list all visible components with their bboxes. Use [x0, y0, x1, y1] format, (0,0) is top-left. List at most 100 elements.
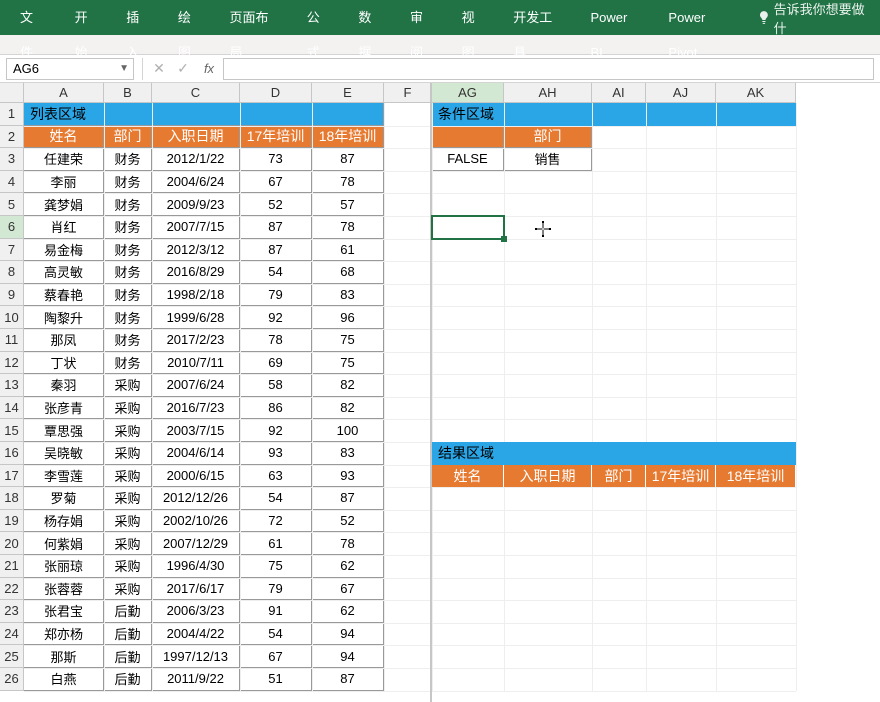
left-cell[interactable]: 87: [312, 487, 384, 510]
name-box-input[interactable]: [13, 61, 119, 76]
left-cell[interactable]: 61: [312, 239, 384, 262]
row-header-19[interactable]: 19: [0, 510, 24, 533]
left-cell[interactable]: 58: [240, 374, 312, 397]
col-header-AJ[interactable]: AJ: [646, 83, 716, 103]
left-cell[interactable]: 李雪莲: [24, 465, 104, 488]
left-cell[interactable]: 2017/2/23: [152, 329, 240, 352]
left-cell[interactable]: 54: [240, 623, 312, 646]
left-cell[interactable]: 68: [312, 261, 384, 284]
left-cell[interactable]: 62: [312, 555, 384, 578]
col-header-AG[interactable]: AG: [432, 83, 504, 103]
left-cell[interactable]: 1996/4/30: [152, 555, 240, 578]
left-cell[interactable]: 61: [240, 532, 312, 555]
left-cell[interactable]: 何紫娟: [24, 532, 104, 555]
left-cell[interactable]: 54: [240, 261, 312, 284]
left-cell[interactable]: 覃思强: [24, 419, 104, 442]
tab-developer[interactable]: 开发工具: [500, 0, 577, 35]
left-cell[interactable]: 72: [240, 510, 312, 533]
left-cell[interactable]: 92: [240, 419, 312, 442]
left-cell[interactable]: 92: [240, 306, 312, 329]
tab-pagelayout[interactable]: 页面布局: [217, 0, 294, 35]
row-header-17[interactable]: 17: [0, 465, 24, 488]
row-header-21[interactable]: 21: [0, 555, 24, 578]
left-cell[interactable]: 93: [312, 465, 384, 488]
left-cell[interactable]: 75: [312, 352, 384, 375]
row-header-22[interactable]: 22: [0, 578, 24, 601]
left-cell[interactable]: 采购: [104, 510, 152, 533]
left-cell[interactable]: 96: [312, 306, 384, 329]
left-cell[interactable]: 2000/6/15: [152, 465, 240, 488]
left-cell[interactable]: 1997/12/13: [152, 645, 240, 668]
left-cell[interactable]: 蔡春艳: [24, 284, 104, 307]
left-cell[interactable]: 2012/3/12: [152, 239, 240, 262]
left-cell[interactable]: 采购: [104, 442, 152, 465]
left-cell[interactable]: 2016/8/29: [152, 261, 240, 284]
left-cell[interactable]: 任建荣: [24, 148, 104, 171]
tell-me[interactable]: 告诉我你想要做什: [758, 0, 876, 37]
col-header-AK[interactable]: AK: [716, 83, 796, 103]
left-cell[interactable]: 财务: [104, 261, 152, 284]
row-header-12[interactable]: 12: [0, 352, 24, 375]
left-cell[interactable]: 78: [240, 329, 312, 352]
tab-formulas[interactable]: 公式: [294, 0, 346, 35]
left-cell[interactable]: 2002/10/26: [152, 510, 240, 533]
left-cell[interactable]: 2006/3/23: [152, 600, 240, 623]
left-cell[interactable]: 采购: [104, 397, 152, 420]
left-cell[interactable]: 财务: [104, 329, 152, 352]
left-cell[interactable]: 财务: [104, 171, 152, 194]
left-cell[interactable]: 2007/6/24: [152, 374, 240, 397]
left-cell[interactable]: 83: [312, 442, 384, 465]
left-cell[interactable]: 93: [240, 442, 312, 465]
left-cell[interactable]: 2012/1/22: [152, 148, 240, 171]
row-header-1[interactable]: 1: [0, 103, 24, 126]
cancel-icon[interactable]: ✕: [147, 60, 171, 77]
left-cell[interactable]: 54: [240, 487, 312, 510]
left-cell[interactable]: 财务: [104, 284, 152, 307]
row-header-24[interactable]: 24: [0, 623, 24, 646]
left-cell[interactable]: 财务: [104, 352, 152, 375]
left-cell[interactable]: 易金梅: [24, 239, 104, 262]
left-cell[interactable]: 100: [312, 419, 384, 442]
row-header-10[interactable]: 10: [0, 306, 24, 329]
name-box[interactable]: ▼: [6, 58, 134, 80]
left-cell[interactable]: 75: [240, 555, 312, 578]
row-header-13[interactable]: 13: [0, 374, 24, 397]
left-cell[interactable]: 87: [240, 216, 312, 239]
left-cell[interactable]: 杨存娟: [24, 510, 104, 533]
left-cell[interactable]: 51: [240, 668, 312, 691]
left-cell[interactable]: 91: [240, 600, 312, 623]
left-cell[interactable]: 李丽: [24, 171, 104, 194]
left-cell[interactable]: 94: [312, 645, 384, 668]
row-header-7[interactable]: 7: [0, 239, 24, 262]
left-cell[interactable]: 张彦青: [24, 397, 104, 420]
row-header-5[interactable]: 5: [0, 193, 24, 216]
left-cell[interactable]: 52: [312, 510, 384, 533]
left-cell[interactable]: 采购: [104, 487, 152, 510]
tab-file[interactable]: 文件: [4, 0, 62, 35]
left-cell[interactable]: 财务: [104, 216, 152, 239]
col-header-F[interactable]: F: [384, 83, 432, 103]
left-cell[interactable]: 1999/6/28: [152, 306, 240, 329]
tab-review[interactable]: 审阅: [397, 0, 449, 35]
left-cell[interactable]: 82: [312, 374, 384, 397]
tab-home[interactable]: 开始: [62, 0, 114, 35]
left-cell[interactable]: 后勤: [104, 668, 152, 691]
left-cell[interactable]: 张丽琼: [24, 555, 104, 578]
left-cell[interactable]: 采购: [104, 465, 152, 488]
left-cell[interactable]: 后勤: [104, 600, 152, 623]
row-header-23[interactable]: 23: [0, 600, 24, 623]
left-cell[interactable]: 63: [240, 465, 312, 488]
left-cell[interactable]: 白燕: [24, 668, 104, 691]
selected-cell[interactable]: [432, 216, 504, 239]
left-cell[interactable]: 2004/6/14: [152, 442, 240, 465]
left-cell[interactable]: 2012/12/26: [152, 487, 240, 510]
col-header-C[interactable]: C: [152, 83, 240, 103]
col-header-E[interactable]: E: [312, 83, 384, 103]
left-cell[interactable]: 2009/9/23: [152, 193, 240, 216]
left-cell[interactable]: 高灵敏: [24, 261, 104, 284]
left-cell[interactable]: 陶黎升: [24, 306, 104, 329]
formula-input[interactable]: [223, 58, 874, 80]
row-header-15[interactable]: 15: [0, 419, 24, 442]
left-cell[interactable]: 2007/12/29: [152, 532, 240, 555]
left-cell[interactable]: 78: [312, 532, 384, 555]
